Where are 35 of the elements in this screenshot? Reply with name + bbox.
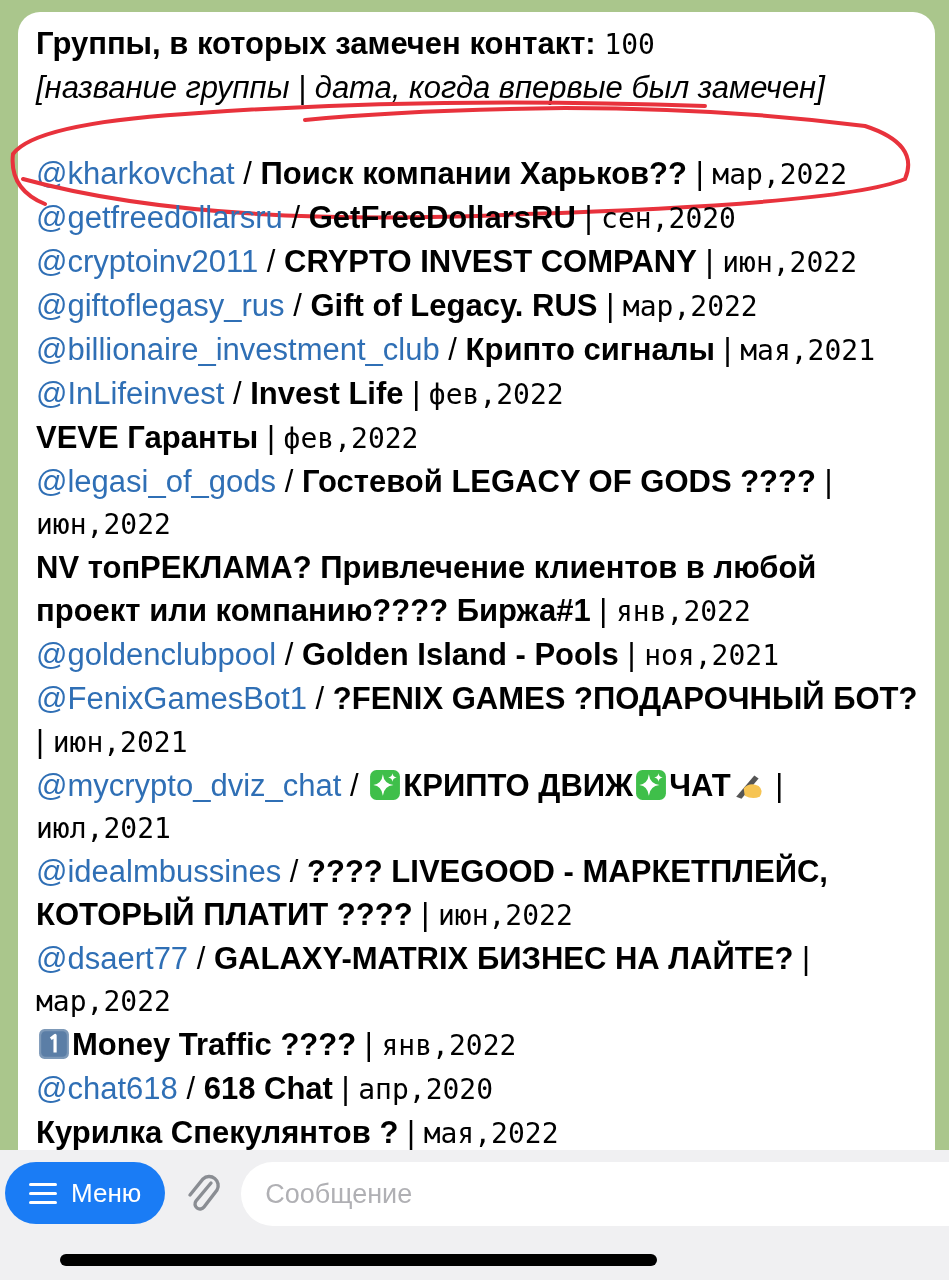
group-entry: Money Traffic ???? | янв,2022 [36, 1023, 921, 1067]
group-link[interactable]: @goldenclubpool [36, 637, 277, 672]
group-link[interactable]: @dsaert77 [36, 941, 189, 976]
message-field[interactable]: Сообщение [241, 1162, 949, 1226]
menu-button[interactable]: Меню [5, 1162, 166, 1224]
group-link[interactable]: @InLifeinvest [36, 376, 225, 411]
group-entry: Курилка Спекулянтов ? | мая,2022 [36, 1114, 560, 1150]
group-entry: @FenixGamesBot1 / ?FENIX GAMES ?ПОДАРОЧНЫЙ БОТ? | июн,2021 [36, 679, 919, 761]
group-link[interactable]: @idealmbussines [36, 854, 282, 889]
group-entry: @InLifeinvest / Invest Life | фев,2022 [36, 375, 565, 413]
group-link[interactable]: @chat618 [36, 1071, 178, 1106]
group-entry: @goldenclubpool / Golden Island - Pools | ноя,2021 [36, 636, 780, 674]
group-link[interactable]: @getfreedollarsru [36, 200, 283, 235]
group-link[interactable]: @cryptoinv2011 [36, 244, 259, 279]
message-title: Группы, в которых замечен контакт: [36, 26, 596, 61]
group-entry: VEVE Гаранты | фев,2022 [36, 419, 420, 457]
group-entry: @giftoflegasy_rus / Gift of Legacy. RUS | мар,2022 [36, 287, 759, 325]
group-link[interactable]: @mycrypto_dviz_chat [36, 768, 342, 803]
group-entry: @chat618 / 618 Chat | апр,2020 [36, 1070, 495, 1108]
group-entry: @cryptoinv2011 / CRYPTO INVEST COMPANY | июн,2022 [36, 243, 859, 281]
group-entry: @legasi_of_gods / Гостевой LEGACY OF GODS ???? | июн,2022 [36, 463, 834, 543]
group-link[interactable]: @billionaire_investment_club [36, 332, 440, 367]
group-link[interactable]: @legasi_of_gods [36, 464, 277, 499]
group-entry: @mycrypto_dviz_chat / КРИПТО ДВИЖ ЧАТ | июл,2021 [36, 767, 785, 847]
group-link[interactable]: @FenixGamesBot1 [36, 681, 307, 716]
group-entry: @billionaire_investment_club / Крипто сигналы | мая,2021 [36, 331, 877, 369]
group-entry: @idealmbussines / ???? LIVEGOOD - МАРКЕТПЛЕЙС, КОТОРЫЙ ПЛАТИТ ???? | июн,2022 [36, 852, 829, 934]
group-link[interactable]: @giftoflegasy_rus [36, 288, 285, 323]
group-entry: @kharkovchat / Поиск компании Харьков?? | мар,2022 [36, 152, 921, 196]
legend-text: [название группы | дата, когда впервые был замечен] [36, 69, 827, 107]
sparkle-icon [369, 769, 402, 801]
group-link[interactable]: @kharkovchat [36, 156, 235, 191]
sparkle-icon [635, 769, 668, 801]
keycap-one-icon [38, 1028, 70, 1060]
contact-count: 100 [604, 28, 655, 61]
